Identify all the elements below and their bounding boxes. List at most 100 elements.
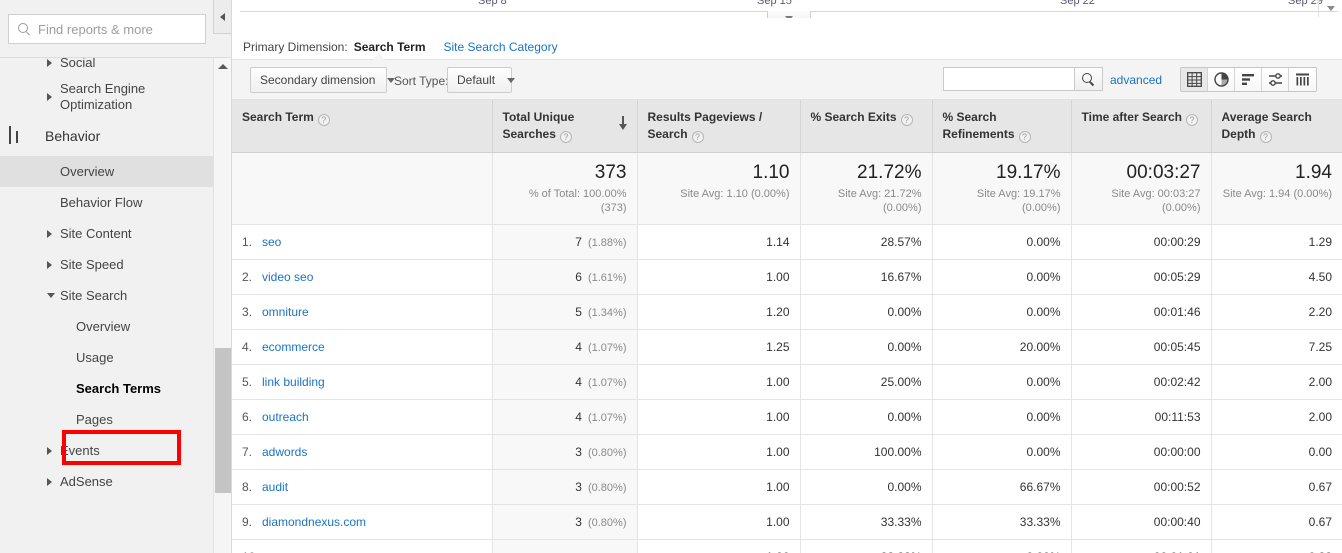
sidebar-search-area: Find reports & more — [0, 0, 232, 58]
help-icon[interactable]: ? — [692, 131, 704, 143]
cell-search-exits: 28.57% — [800, 225, 932, 260]
sidebar-item-behavior-flow[interactable]: Behavior Flow — [0, 187, 213, 218]
search-term-link[interactable]: outreach — [262, 410, 309, 424]
main-panel: Sep 8 Sep 15 Sep 22 Sep 29 Primary Dimen… — [232, 0, 1342, 553]
sidebar-collapse-button[interactable] — [213, 0, 232, 34]
search-term-link[interactable]: adwords — [262, 445, 307, 459]
summary-cell-3: 21.72%Site Avg: 21.72% (0.00%) — [800, 153, 932, 225]
column-header-results-pageviews-per-search[interactable]: Results Pageviews / Search? — [637, 100, 800, 153]
column-header-time-after-search[interactable]: Time after Search? — [1071, 100, 1211, 153]
chevron-down-icon — [507, 78, 515, 83]
search-placeholder: Find reports & more — [38, 22, 153, 37]
sort-type-value: Default — [457, 73, 495, 87]
sidebar-item-site-search-usage[interactable]: Usage — [0, 342, 213, 373]
sidebar-item-label: Site Speed — [60, 257, 124, 273]
searches-percent: (0.80%) — [588, 447, 627, 459]
cell-total-unique-searches: 6(1.61%) — [492, 260, 637, 295]
help-icon[interactable]: ? — [560, 131, 572, 143]
searches-value: 4 — [575, 340, 582, 354]
comparison-view-icon[interactable] — [1262, 68, 1289, 91]
search-term-link[interactable]: ecommerce — [262, 340, 325, 354]
sidebar-scrollbar[interactable] — [213, 58, 231, 553]
column-header-search-refinements[interactable]: % Search Refinements? — [932, 100, 1071, 153]
sidebar-item-site-speed[interactable]: Site Speed — [0, 249, 213, 280]
cell-total-unique-searches: 7(1.88%) — [492, 225, 637, 260]
toolbar-notch — [373, 53, 385, 60]
search-term-link[interactable]: diamondnexus.com — [262, 515, 366, 529]
search-term-link[interactable]: seo — [262, 235, 281, 249]
row-index: 5. — [242, 375, 262, 389]
searches-value: 7 — [575, 235, 582, 249]
column-label: Results Pageviews / Search — [648, 110, 763, 141]
chart-collapse-toggle[interactable] — [767, 11, 811, 18]
bar-chart-view-icon[interactable] — [1235, 68, 1262, 91]
cell-results-pageviews-per-search: 1.14 — [637, 225, 800, 260]
sidebar-item-social[interactable]: Social — [0, 58, 213, 78]
help-icon[interactable]: ? — [1019, 131, 1031, 143]
cell-search-term: 2.video seo — [232, 260, 492, 295]
column-header-search-exits[interactable]: % Search Exits? — [800, 100, 932, 153]
cell-results-pageviews-per-search: 1.00 — [637, 365, 800, 400]
sidebar-nav-scroll: AdWordsSocialSearch Engine OptimizationB… — [0, 58, 232, 553]
column-header-average-search-depth[interactable]: Average Search Depth? — [1211, 100, 1342, 153]
search-term-link[interactable]: audit — [262, 480, 288, 494]
cell-average-search-depth: 2.00 — [1211, 365, 1342, 400]
cell-search-refinements: 33.33% — [932, 505, 1071, 540]
sidebar-item-label: Behavior Flow — [60, 195, 142, 211]
pivot-view-icon[interactable] — [1289, 68, 1316, 91]
scrollbar-thumb[interactable] — [215, 348, 231, 493]
searches-percent: (1.07%) — [588, 412, 627, 424]
help-icon[interactable]: ? — [901, 114, 913, 126]
cell-time-after-search: 00:05:29 — [1071, 260, 1211, 295]
help-icon[interactable]: ? — [1260, 131, 1272, 143]
column-header-search-term[interactable]: Search Term? — [232, 100, 492, 153]
cell-average-search-depth: 0.33 — [1211, 540, 1342, 553]
table-search-input[interactable] — [943, 67, 1075, 91]
sidebar-item-site-search-pages[interactable]: Pages — [0, 404, 213, 435]
cell-time-after-search: 00:00:00 — [1071, 435, 1211, 470]
scroll-up-icon[interactable] — [214, 58, 231, 75]
cell-results-pageviews-per-search: 1.00 — [637, 505, 800, 540]
cell-search-term: 5.link building — [232, 365, 492, 400]
cell-results-pageviews-per-search: 1.25 — [637, 330, 800, 365]
sidebar-item-overview[interactable]: Overview — [0, 156, 213, 187]
cell-time-after-search: 00:00:29 — [1071, 225, 1211, 260]
cell-total-unique-searches: 3(0.80%) — [492, 470, 637, 505]
column-header-total-unique-searches[interactable]: Total Unique Searches? — [492, 100, 637, 153]
sidebar-item-events[interactable]: Events — [0, 435, 213, 466]
cell-search-term: 3.omniture — [232, 295, 492, 330]
pie-chart-view-icon[interactable] — [1208, 68, 1235, 91]
cell-search-refinements: 0.00% — [932, 540, 1071, 553]
row-index: 3. — [242, 305, 262, 319]
sidebar-section-behavior[interactable]: Behavior — [0, 116, 213, 156]
primary-dimension-site-search-category[interactable]: Site Search Category — [444, 40, 558, 54]
table-search-button[interactable] — [1075, 67, 1103, 91]
summary-value: 1.94 — [1222, 161, 1333, 185]
sidebar-item-site-search-terms[interactable]: Search Terms — [0, 373, 213, 404]
summary-value: 373 — [503, 161, 627, 185]
summary-value: 00:03:27 — [1082, 161, 1201, 185]
cell-search-exits: 0.00% — [800, 400, 932, 435]
searches-percent: (1.07%) — [588, 342, 627, 354]
search-term-link[interactable]: omniture — [262, 305, 309, 319]
search-term-link[interactable]: video seo — [262, 270, 313, 284]
sidebar-item-seo[interactable]: Search Engine Optimization — [0, 78, 213, 116]
help-icon[interactable]: ? — [1186, 114, 1198, 126]
sort-type-select[interactable]: Default — [447, 67, 512, 93]
table-view-icon[interactable] — [1181, 68, 1208, 91]
sidebar-item-site-search-overview[interactable]: Overview — [0, 311, 213, 342]
sidebar-item-adsense[interactable]: AdSense — [0, 466, 213, 497]
search-input[interactable]: Find reports & more — [8, 14, 206, 44]
cell-search-refinements: 0.00% — [932, 400, 1071, 435]
cell-time-after-search: 00:11:53 — [1071, 400, 1211, 435]
advanced-filter-link[interactable]: advanced — [1110, 73, 1162, 87]
chart-options-dropdown[interactable] — [1318, 0, 1342, 17]
chevron-right-icon — [47, 478, 56, 486]
help-icon[interactable]: ? — [318, 114, 330, 126]
primary-dimension-search-term[interactable]: Search Term — [354, 40, 426, 54]
table-row: 1.seo7(1.88%)1.1428.57%0.00%00:00:291.29 — [232, 225, 1342, 260]
secondary-dimension-select[interactable]: Secondary dimension — [250, 67, 387, 93]
sidebar-item-site-content[interactable]: Site Content — [0, 218, 213, 249]
sidebar-item-site-search[interactable]: Site Search — [0, 280, 213, 311]
search-term-link[interactable]: link building — [262, 375, 325, 389]
